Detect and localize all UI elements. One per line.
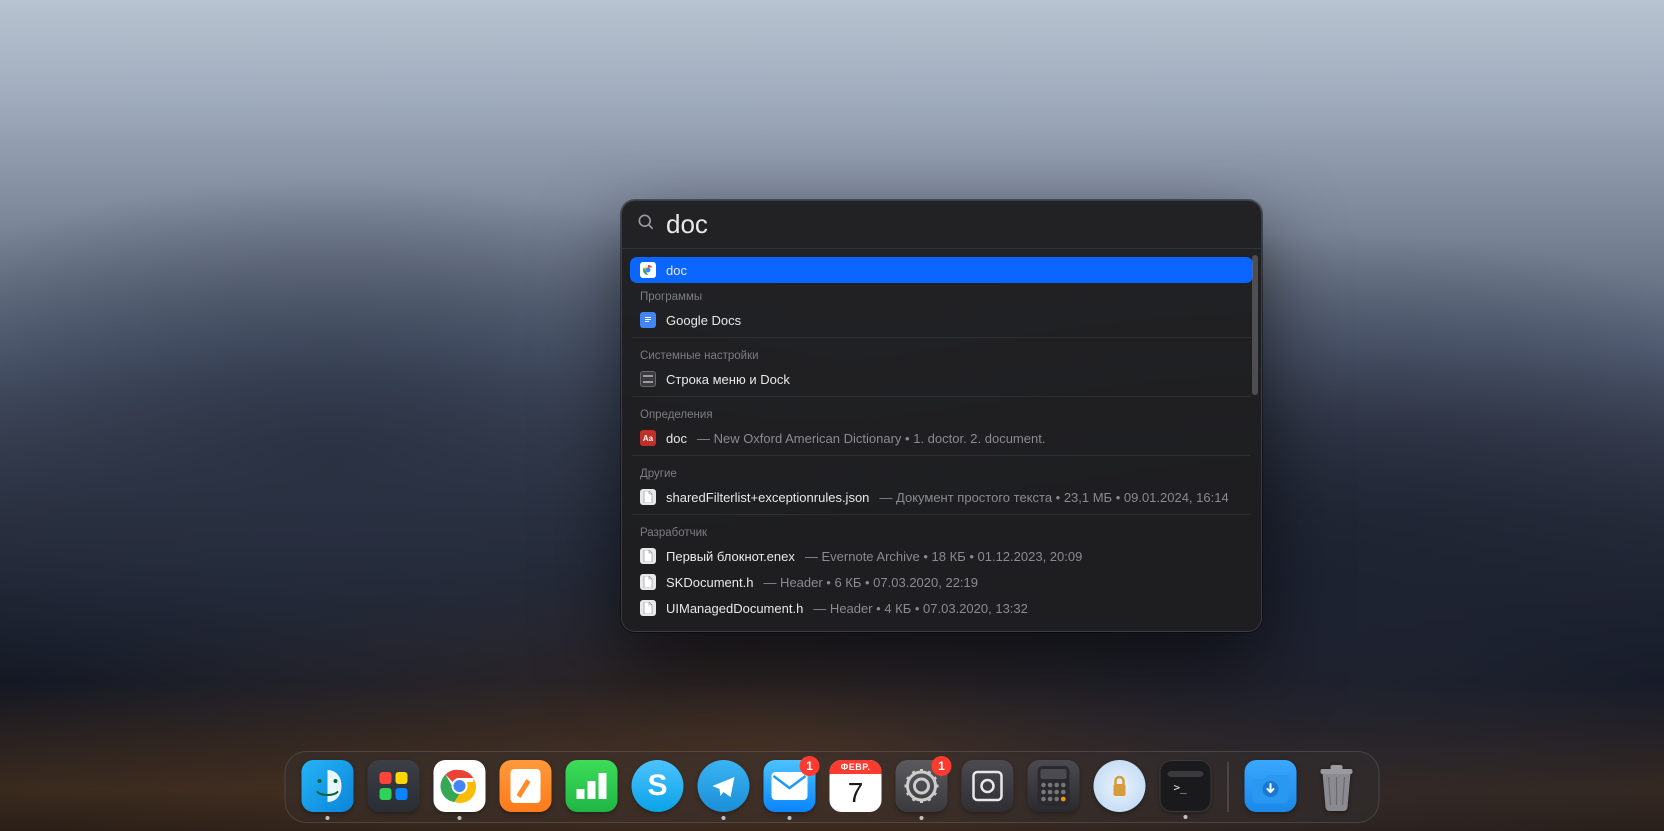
dock-trash[interactable] bbox=[1311, 760, 1363, 812]
dock-mail[interactable]: 1 bbox=[764, 760, 816, 812]
file-icon bbox=[640, 574, 656, 590]
dock-launchpad[interactable] bbox=[368, 760, 420, 812]
divider bbox=[632, 337, 1251, 338]
result-title: Google Docs bbox=[666, 313, 741, 328]
result-title: Первый блокнот.enex bbox=[666, 549, 795, 564]
calendar-month: ФЕВР. bbox=[830, 760, 882, 774]
dock-skype[interactable]: S bbox=[632, 760, 684, 812]
dock-numbers[interactable] bbox=[566, 760, 618, 812]
section-header: Другие bbox=[630, 460, 1253, 484]
running-indicator bbox=[326, 816, 330, 820]
result-meta: — Header • 4 КБ • 07.03.2020, 13:32 bbox=[813, 601, 1028, 616]
docs-icon bbox=[640, 312, 656, 328]
section-header: Системные настройки bbox=[630, 342, 1253, 366]
dock-settings[interactable]: 1 bbox=[896, 760, 948, 812]
section-header: Программы bbox=[630, 283, 1253, 307]
result-row[interactable]: Google Docs bbox=[630, 307, 1253, 333]
running-indicator bbox=[920, 816, 924, 820]
running-indicator bbox=[788, 816, 792, 820]
result-row[interactable]: Первый блокнот.enex — Evernote Archive •… bbox=[630, 543, 1253, 569]
result-row[interactable]: UIManagedDocument.h — Header • 4 КБ • 07… bbox=[630, 595, 1253, 621]
result-meta: — Header • 6 КБ • 07.03.2020, 22:19 bbox=[763, 575, 978, 590]
dock-downloads[interactable] bbox=[1245, 760, 1297, 812]
result-label: doc bbox=[666, 263, 687, 278]
file-icon bbox=[640, 548, 656, 564]
divider bbox=[632, 396, 1251, 397]
results-list: doc Программы Google Docs Системные настро… bbox=[622, 249, 1261, 631]
result-top-hit[interactable]: doc bbox=[630, 257, 1253, 283]
running-indicator bbox=[722, 816, 726, 820]
result-title: UIManagedDocument.h bbox=[666, 601, 803, 616]
dock-separator bbox=[1228, 762, 1229, 812]
search-row bbox=[622, 201, 1261, 248]
result-row[interactable]: Aadoc — New Oxford American Dictionary •… bbox=[630, 425, 1253, 451]
running-indicator bbox=[458, 816, 462, 820]
result-row[interactable]: SKDocument.h — Header • 6 КБ • 07.03.202… bbox=[630, 569, 1253, 595]
dock-chrome[interactable] bbox=[434, 760, 486, 812]
result-meta: — Документ простого текста • 23,1 МБ • 0… bbox=[879, 490, 1228, 505]
badge: 1 bbox=[800, 756, 820, 776]
dock-calendar[interactable]: ФЕВР.7 bbox=[830, 760, 882, 812]
badge: 1 bbox=[932, 756, 952, 776]
result-title: Строка меню и Dock bbox=[666, 372, 790, 387]
scrollbar[interactable] bbox=[1252, 255, 1258, 395]
dock-finder[interactable] bbox=[302, 760, 354, 812]
dictionary-icon: Aa bbox=[640, 430, 656, 446]
search-icon bbox=[636, 212, 656, 237]
file-icon bbox=[640, 489, 656, 505]
divider bbox=[632, 455, 1251, 456]
section-header: Определения bbox=[630, 401, 1253, 425]
dock-screenshot[interactable] bbox=[962, 760, 1014, 812]
result-title: doc bbox=[666, 431, 687, 446]
running-indicator bbox=[1184, 815, 1188, 819]
chrome-icon bbox=[640, 262, 656, 278]
svg-text:>_: >_ bbox=[1174, 781, 1188, 794]
divider bbox=[632, 514, 1251, 515]
result-row[interactable]: sharedFilterlist+exceptionrules.json — Д… bbox=[630, 484, 1253, 510]
file-icon bbox=[640, 600, 656, 616]
result-meta: — Evernote Archive • 18 КБ • 01.12.2023,… bbox=[805, 549, 1082, 564]
dock-calculator[interactable] bbox=[1028, 760, 1080, 812]
dock-keychain[interactable] bbox=[1094, 760, 1146, 812]
result-title: sharedFilterlist+exceptionrules.json bbox=[666, 490, 869, 505]
dock-telegram[interactable] bbox=[698, 760, 750, 812]
section-header: Разработчик bbox=[630, 519, 1253, 543]
settings-pane-icon bbox=[640, 371, 656, 387]
spotlight-window: doc Программы Google Docs Системные настро… bbox=[621, 200, 1262, 632]
result-title: SKDocument.h bbox=[666, 575, 753, 590]
search-input[interactable] bbox=[666, 209, 1247, 240]
calendar-day: 7 bbox=[830, 774, 882, 812]
result-row[interactable]: Строка меню и Dock bbox=[630, 366, 1253, 392]
dock: S1ФЕВР.71>_ bbox=[285, 751, 1380, 823]
dock-terminal[interactable]: >_ bbox=[1160, 760, 1212, 812]
result-meta: — New Oxford American Dictionary • 1. do… bbox=[697, 431, 1045, 446]
dock-pages[interactable] bbox=[500, 760, 552, 812]
